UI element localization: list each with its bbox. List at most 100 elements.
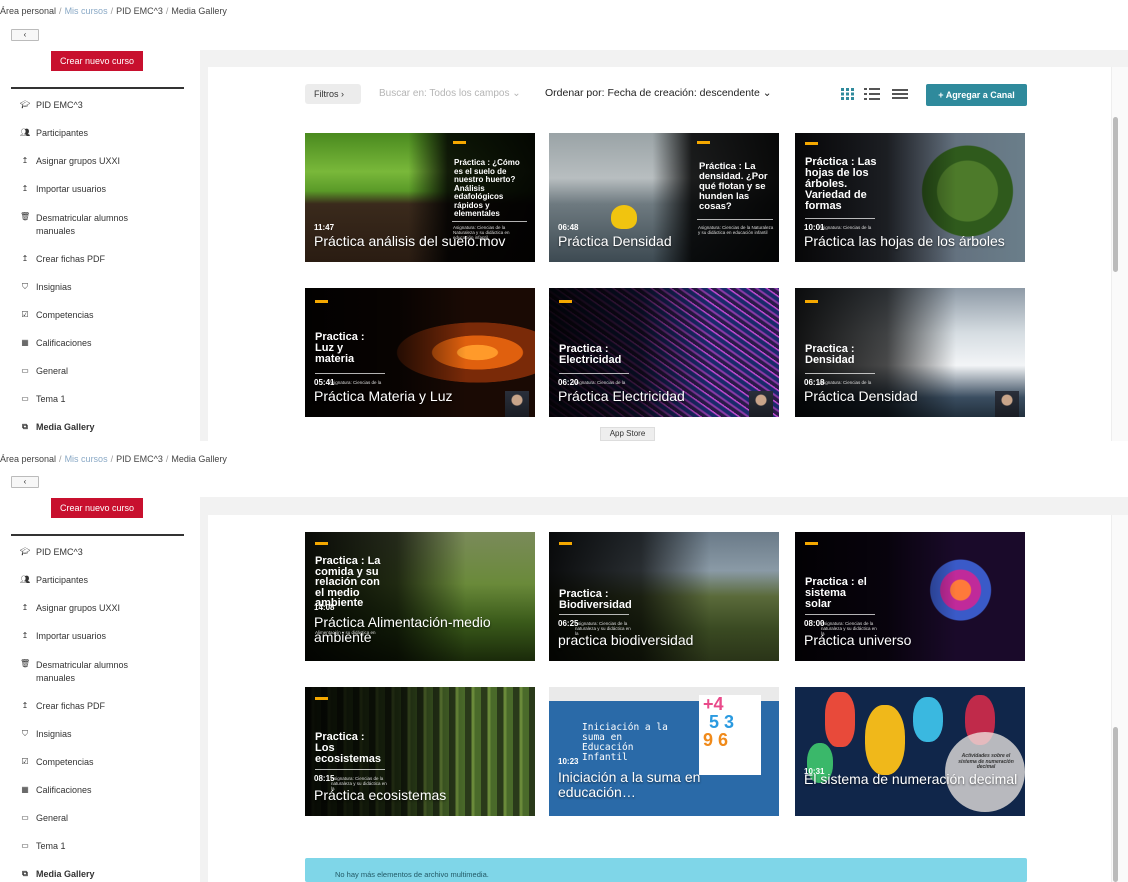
breadcrumb-course[interactable]: PID EMC^3	[116, 454, 163, 464]
media-tile[interactable]: Practica : Densidad Asignatura: Ciencias …	[795, 288, 1025, 417]
sidebar-item[interactable]: ↥ Importar usuarios	[20, 631, 106, 641]
collapse-sidebar-button[interactable]: ‹	[11, 476, 39, 488]
sidebar-item[interactable]: ⧉ Media Gallery	[20, 422, 94, 432]
sidebar-item[interactable]: ▦ Calificaciones	[20, 338, 91, 348]
sidebar-item[interactable]: ▭ General	[20, 366, 68, 376]
sidebar-item[interactable]: ⛉ Insignias	[20, 729, 72, 739]
sidebar-item[interactable]: ↥ Asignar grupos UXXI	[20, 603, 120, 613]
breadcrumb-my-courses[interactable]: Mis cursos	[65, 454, 108, 464]
sidebar-item[interactable]: ⧉ Media Gallery	[20, 869, 95, 879]
sidebar-item[interactable]: ☑ Competencias	[20, 310, 93, 320]
create-course-button[interactable]: Crear nuevo curso	[51, 498, 143, 518]
upload-icon: ↥	[21, 603, 29, 612]
duration-label: 06:48	[558, 223, 579, 232]
number-character	[825, 692, 855, 747]
duration-label: 11:47	[314, 223, 335, 232]
sidebar-item[interactable]: 🗑︎ Desmatricular alumnos manuales	[20, 212, 146, 238]
no-more-items-notice: No hay más elementos de archivo multimed…	[305, 858, 1027, 882]
media-title[interactable]: Práctica las hojas de los árboles	[804, 234, 1019, 249]
sidebar-item-label: Media Gallery	[36, 869, 95, 879]
sidebar-item[interactable]: ↥ Crear fichas PDF	[20, 701, 105, 711]
grid-view-icon[interactable]	[840, 87, 856, 101]
sidebar-item[interactable]: 👥︎ Participantes	[20, 128, 88, 138]
sidebar-item[interactable]: ↥ Crear fichas PDF	[20, 254, 105, 264]
breadcrumb: Área personal / Mis cursos / PID EMC^3/Media…	[0, 454, 227, 464]
media-title[interactable]: El sistema de numeración decimal	[804, 772, 1019, 787]
media-tile[interactable]: Práctica : La densidad. ¿Por qué flotan y …	[549, 133, 779, 262]
sidebar-item[interactable]: ↥ Asignar grupos UXXI	[20, 156, 120, 166]
users-icon: 👥︎	[20, 128, 31, 137]
media-tile[interactable]: Práctica : Las hojas de los árboles. Varied…	[795, 133, 1025, 262]
breadcrumb-current: Media Gallery	[171, 6, 227, 16]
media-title[interactable]: Práctica Materia y Luz	[314, 389, 529, 404]
sidebar-item-label: Importar usuarios	[36, 631, 107, 641]
sidebar-item[interactable]: ↥ Importar usuarios	[20, 184, 106, 194]
sidebar-item-label: Tema 1	[36, 394, 66, 404]
sidebar-item-label: General	[36, 813, 69, 823]
search-scope-dropdown[interactable]: Buscar en: Todos los campos ⌄	[379, 88, 521, 99]
sidebar-item[interactable]: ▭ General	[20, 813, 68, 823]
graduation-cap-icon: 🎓︎	[20, 100, 31, 109]
sidebar-item[interactable]: ⛉ Insignias	[20, 282, 72, 292]
sort-dropdown[interactable]: Ordenar por: Fecha de creación: descende…	[545, 87, 772, 99]
list-view-icon[interactable]	[892, 87, 908, 101]
duration-label: 10:01	[804, 223, 825, 232]
duration-label: 14:08	[314, 603, 335, 612]
sidebar-item[interactable]: 👥︎ Participantes	[20, 575, 88, 585]
breadcrumb-current: Media Gallery	[171, 454, 227, 464]
upload-icon: ↥	[21, 156, 29, 165]
media-tile[interactable]: Practica : La comida y su relación con el m…	[305, 532, 535, 661]
sidebar-item[interactable]: ▭ Tema 1	[20, 394, 66, 404]
filters-button[interactable]: Filtros ›	[305, 84, 361, 104]
media-tile[interactable]: Practica : el sistema solar Asignatura: Ci…	[795, 532, 1025, 661]
sidebar-item[interactable]: 🎓︎ PID EMC^3	[20, 100, 83, 110]
media-tile[interactable]: Actividades sobre el sistema de numeració…	[795, 687, 1025, 816]
scrollbar-thumb[interactable]	[1113, 117, 1118, 272]
breadcrumb-home[interactable]: Área personal	[0, 454, 56, 464]
sidebar-item[interactable]: 🎓︎ PID EMC^3	[20, 547, 83, 557]
media-tile[interactable]: Práctica : ¿Cómo es el suelo de nuestro hu…	[305, 133, 535, 262]
media-tile[interactable]: Practica : Luz y materia Asignatura: Cienc…	[305, 288, 535, 417]
scrollbar-thumb[interactable]	[1113, 727, 1118, 882]
sidebar-item[interactable]: 🗑︎ Desmatricular alumnos manuales	[20, 659, 146, 685]
app-store-button[interactable]: App Store	[600, 427, 655, 441]
users-icon: 👥︎	[20, 575, 31, 584]
add-to-channel-button[interactable]: + Agregar a Canal	[926, 84, 1027, 106]
media-tile[interactable]: Practica : Los ecosistemas Asignatura: Cie…	[305, 687, 535, 816]
media-title[interactable]: Práctica Alimentación-medio ambiente	[314, 615, 529, 645]
media-tile[interactable]: Practica : Biodiversidad Asignatura: Cien…	[549, 532, 779, 661]
breadcrumb-home[interactable]: Área personal	[0, 6, 56, 16]
media-gallery-icon: ⧉	[22, 869, 28, 878]
course-nav-sidebar	[11, 87, 184, 441]
media-title[interactable]: Práctica universo	[804, 633, 1019, 648]
media-tile[interactable]: Practica : Electricidad Asignatura: Cienc…	[549, 288, 779, 417]
presenter-thumbnail	[995, 391, 1019, 417]
sidebar-item-label: Crear fichas PDF	[36, 254, 106, 264]
sidebar-item-label: PID EMC^3	[36, 547, 83, 557]
sidebar-item[interactable]: ▦ Calificaciones	[20, 785, 92, 795]
sidebar-item[interactable]: ☑ Competencias	[20, 757, 93, 767]
detailed-list-view-icon[interactable]	[864, 87, 880, 101]
upload-icon: ↥	[21, 631, 29, 640]
breadcrumb-my-courses[interactable]: Mis cursos	[65, 6, 108, 16]
duration-label: 08:00	[804, 619, 825, 628]
sidebar-item-label: Insignias	[36, 729, 72, 739]
media-title[interactable]: Práctica análisis del suelo.mov	[314, 234, 529, 249]
media-title[interactable]: Iniciación a la suma en educación…	[558, 770, 773, 800]
media-title[interactable]: Práctica Densidad	[558, 234, 773, 249]
media-title[interactable]: practica biodiversidad	[558, 633, 773, 648]
create-course-button[interactable]: Crear nuevo curso	[51, 51, 143, 71]
media-title[interactable]: Práctica Electricidad	[558, 389, 773, 404]
folder-icon: ▭	[21, 841, 29, 850]
sidebar-item-label: Calificaciones	[36, 785, 92, 795]
shield-icon: ⛉	[22, 282, 28, 291]
media-title[interactable]: Práctica Densidad	[804, 389, 1019, 404]
breadcrumb: Área personal / Mis cursos / PID EMC^3/Media…	[0, 6, 227, 16]
table-icon: ▦	[21, 338, 29, 347]
breadcrumb-course[interactable]: PID EMC^3	[116, 6, 163, 16]
sidebar-item[interactable]: ▭ Tema 1	[20, 841, 65, 851]
media-title[interactable]: Práctica ecosistemas	[314, 788, 529, 803]
media-tile[interactable]: +4 5 3 9 6 Iniciación a la suma en Educaci…	[549, 687, 779, 816]
collapse-sidebar-button[interactable]: ‹	[11, 29, 39, 41]
sidebar-item-label: Asignar grupos UXXI	[36, 603, 121, 613]
